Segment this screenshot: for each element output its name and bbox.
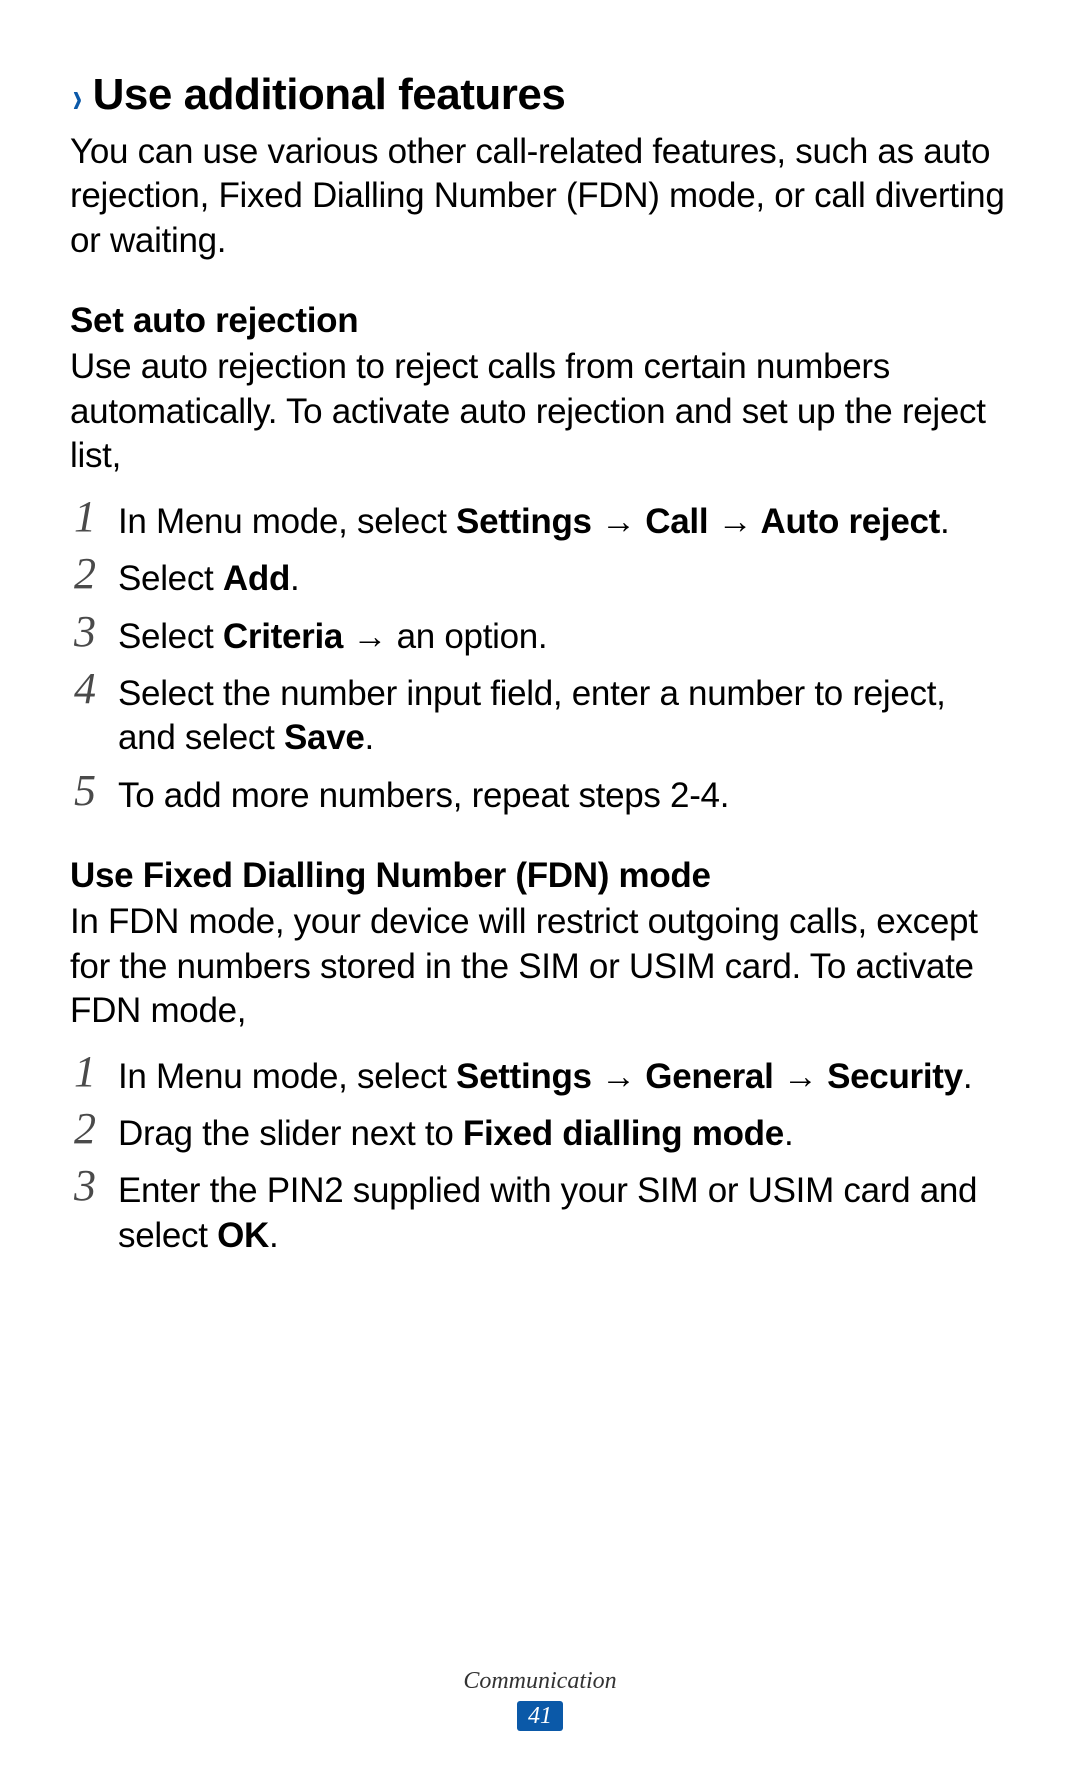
text-fragment: In Menu mode, select — [118, 1057, 456, 1096]
arrow-text: → — [708, 502, 760, 541]
bold-text: Fixed dialling mode — [463, 1114, 784, 1153]
step-text: Select Add. — [118, 554, 1010, 601]
fdn-desc: In FDN mode, your device will restrict o… — [70, 900, 1010, 1033]
step-text: Select Criteria → an option. — [118, 612, 1010, 659]
step: 5 To add more numbers, repeat steps 2-4. — [70, 771, 1010, 818]
page-footer: Communication 41 — [0, 1668, 1080, 1731]
step-number: 3 — [70, 1164, 100, 1208]
step: 3 Select Criteria → an option. — [70, 612, 1010, 659]
text-fragment: Drag the slider next to — [118, 1114, 463, 1153]
bold-text: Settings — [456, 1057, 592, 1096]
bold-text: Add — [223, 559, 290, 598]
step: 1 In Menu mode, select Settings → Call →… — [70, 497, 1010, 544]
section-heading: › Use additional features — [70, 70, 1010, 120]
step-text: In Menu mode, select Settings → Call → A… — [118, 497, 1010, 544]
section-intro: You can use various other call-related f… — [70, 130, 1010, 263]
text-fragment: In Menu mode, select — [118, 502, 456, 541]
bold-text: OK — [217, 1216, 269, 1255]
step-text: In Menu mode, select Settings → General … — [118, 1052, 1010, 1099]
section-title: Use additional features — [93, 70, 566, 120]
step-number: 2 — [70, 1107, 100, 1151]
text-fragment: . — [963, 1057, 972, 1096]
manual-page: › Use additional features You can use va… — [0, 0, 1080, 1771]
bold-text: Security — [827, 1057, 963, 1096]
step: 1 In Menu mode, select Settings → Genera… — [70, 1052, 1010, 1099]
text-fragment: . — [365, 718, 374, 757]
text-fragment: . — [940, 502, 949, 541]
bold-text: Call — [645, 502, 708, 541]
auto-rejection-desc: Use auto rejection to reject calls from … — [70, 345, 1010, 478]
bold-text: Auto reject — [761, 502, 941, 541]
arrow-text: → — [774, 1057, 828, 1096]
text-fragment: → an option. — [343, 617, 547, 656]
step-number: 5 — [70, 769, 100, 813]
text-fragment: Select — [118, 559, 223, 598]
fdn-steps: 1 In Menu mode, select Settings → Genera… — [70, 1052, 1010, 1259]
step: 2 Select Add. — [70, 554, 1010, 601]
bold-text: General — [645, 1057, 773, 1096]
text-fragment: Select the number input field, enter a n… — [118, 674, 946, 757]
chevron-right-icon: › — [73, 76, 83, 120]
step-text: Drag the slider next to Fixed dialling m… — [118, 1109, 1010, 1156]
step-text: Select the number input field, enter a n… — [118, 669, 1010, 761]
step-text: Enter the PIN2 supplied with your SIM or… — [118, 1166, 1010, 1258]
arrow-text: → — [592, 1057, 646, 1096]
subheading-auto-rejection: Set auto rejection — [70, 301, 1010, 341]
step: 2 Drag the slider next to Fixed dialling… — [70, 1109, 1010, 1156]
bold-text: Criteria — [223, 617, 343, 656]
arrow-text: → — [592, 502, 646, 541]
step: 4 Select the number input field, enter a… — [70, 669, 1010, 761]
page-number-badge: 41 — [517, 1701, 563, 1731]
text-fragment: . — [784, 1114, 793, 1153]
bold-text: Save — [284, 718, 365, 757]
text-fragment: Select — [118, 617, 223, 656]
text-fragment: . — [269, 1216, 278, 1255]
step: 3 Enter the PIN2 supplied with your SIM … — [70, 1166, 1010, 1258]
auto-rejection-steps: 1 In Menu mode, select Settings → Call →… — [70, 497, 1010, 819]
step-number: 1 — [70, 1050, 100, 1094]
subheading-fdn-mode: Use Fixed Dialling Number (FDN) mode — [70, 856, 1010, 896]
bold-text: Settings — [456, 502, 592, 541]
step-number: 4 — [70, 667, 100, 711]
step-number: 2 — [70, 552, 100, 596]
text-fragment: . — [290, 559, 299, 598]
step-text: To add more numbers, repeat steps 2-4. — [118, 771, 1010, 818]
step-number: 1 — [70, 495, 100, 539]
footer-section-label: Communication — [0, 1668, 1080, 1695]
step-number: 3 — [70, 610, 100, 654]
